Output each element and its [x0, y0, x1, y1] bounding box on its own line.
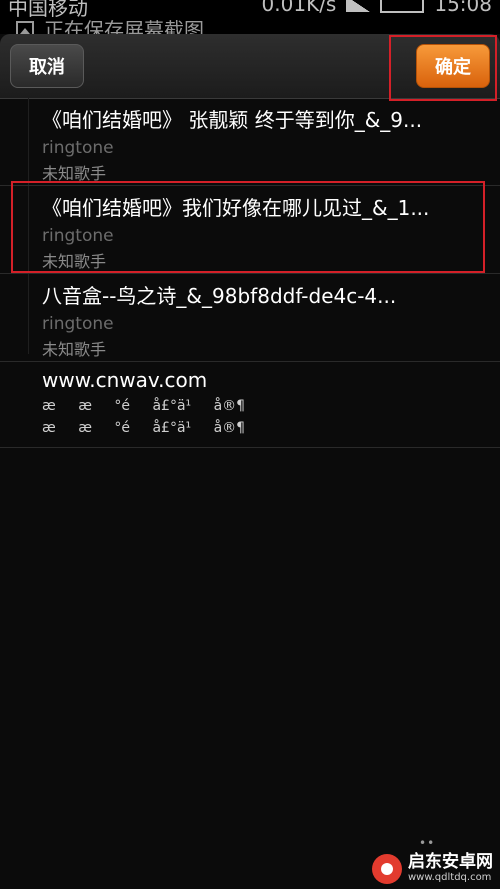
ringtone-list: 《咱们结婚吧》 张靓颖 终于等到你_&_9... ringtone 未知歌手 《…: [0, 98, 500, 448]
action-bar: 取消 确定: [0, 34, 500, 99]
screenshot-notification: 正在保存屏幕截图: [16, 14, 204, 34]
site-watermark: 启东安卓网 www.qdltdq.com: [372, 848, 500, 889]
item-subtitle: ringtone: [42, 314, 114, 334]
item-artist: 未知歌手: [42, 340, 107, 359]
item-subtitle: ringtone: [42, 226, 114, 246]
notification-text: 正在保存屏幕截图: [44, 18, 204, 34]
item-title: www.cnwav.com: [42, 368, 208, 392]
network-speed: 0.01K/s: [261, 0, 337, 16]
watermark-url: www.qdltdq.com: [408, 872, 492, 883]
clock: 15:08: [434, 0, 492, 16]
list-item[interactable]: 《咱们结婚吧》我们好像在哪儿见过_&_1... ringtone 未知歌手: [0, 186, 500, 274]
image-icon: [16, 20, 34, 34]
battery-icon: [380, 0, 425, 13]
status-bar: 中国移动 0.01K/s 15:08 正在保存屏幕截图: [0, 0, 500, 34]
status-right: 0.01K/s 15:08: [262, 0, 492, 16]
item-subtitle: æ æ °é å£°ä¹ å®¶: [42, 398, 246, 414]
item-title: 《咱们结婚吧》 张靓颖 终于等到你_&_9...: [42, 108, 423, 132]
item-artist: 未知歌手: [42, 164, 107, 183]
item-subtitle: ringtone: [42, 138, 114, 158]
signal-icon: [346, 0, 371, 12]
confirm-button[interactable]: 确定: [416, 44, 490, 88]
list-item[interactable]: 八音盒--鸟之诗_&_98bf8ddf-de4c-4... ringtone 未…: [0, 274, 500, 362]
item-title: 《咱们结婚吧》我们好像在哪儿见过_&_1...: [42, 196, 430, 220]
list-item[interactable]: 《咱们结婚吧》 张靓颖 终于等到你_&_9... ringtone 未知歌手: [0, 98, 500, 186]
watermark-logo-icon: [372, 853, 402, 884]
list-item[interactable]: www.cnwav.com æ æ °é å£°ä¹ å®¶ æ æ °é å£…: [0, 362, 500, 448]
watermark-text: 启东安卓网 www.qdltdq.com: [408, 854, 493, 883]
cancel-button[interactable]: 取消: [10, 44, 84, 88]
item-artist: æ æ °é å£°ä¹ å®¶: [42, 420, 246, 436]
item-title: 八音盒--鸟之诗_&_98bf8ddf-de4c-4...: [42, 284, 397, 308]
item-artist: 未知歌手: [42, 252, 107, 271]
watermark-name: 启东安卓网: [408, 852, 493, 872]
